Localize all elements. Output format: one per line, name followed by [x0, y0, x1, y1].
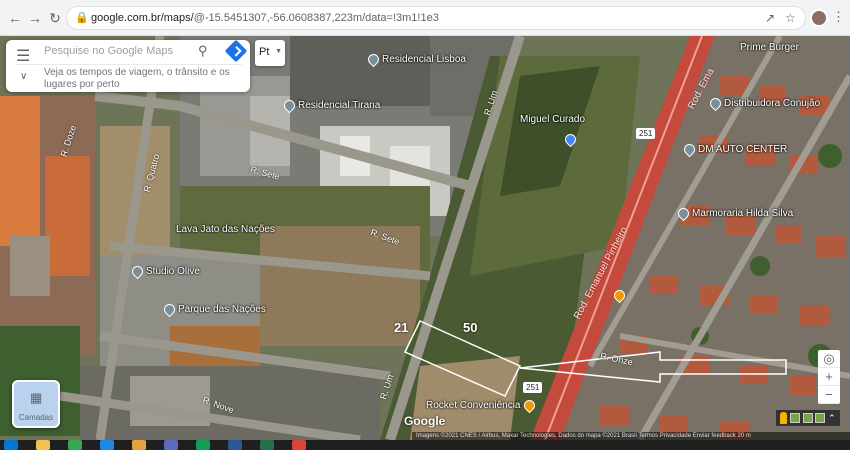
files-icon[interactable]	[132, 440, 146, 450]
pin-icon	[611, 287, 628, 304]
chrome-active-icon[interactable]	[292, 440, 306, 450]
arrow-right-icon[interactable]: →	[26, 9, 44, 27]
map-attribution[interactable]: Imagens ©2021 CNES / Airbus, Maxar Techn…	[412, 432, 850, 440]
url-text[interactable]: google.com.br/maps/@-15.5451307,-56.0608…	[91, 12, 439, 24]
pin-icon	[675, 205, 692, 222]
location-icon[interactable]: ◎	[818, 350, 840, 368]
poi-dm-auto-center[interactable]: DM AUTO CENTER	[681, 141, 787, 158]
lock-icon: 🔒	[75, 12, 89, 24]
address-bar[interactable]: 🔒 google.com.br/maps/@-15.5451307,-56.06…	[66, 6, 806, 30]
pin-icon	[365, 51, 382, 68]
arrow-left-icon[interactable]: ←	[6, 9, 24, 27]
os-taskbar	[0, 440, 850, 450]
explorer-icon[interactable]	[36, 440, 50, 450]
chrome-icon[interactable]	[68, 440, 82, 450]
highway-shield: 251	[523, 382, 543, 393]
poi-lava-jato[interactable]: Lava Jato das Nações	[176, 224, 275, 235]
poi-parque-nacoes[interactable]: Parque das Nações	[161, 301, 266, 318]
store-icon[interactable]	[164, 440, 178, 450]
pin-icon	[707, 95, 724, 112]
layers-button[interactable]: ▦ Camadas	[12, 380, 60, 428]
satellite-map[interactable]: Residencial Lisboa Residencial Tirana Mi…	[0, 36, 850, 440]
pegman-icon[interactable]	[780, 412, 788, 424]
browser-toolbar: ← → ↻ 🔒 google.com.br/maps/@-15.5451307,…	[0, 0, 850, 36]
menu-icon[interactable]: ☰	[16, 46, 30, 66]
search-input[interactable]	[44, 45, 194, 57]
poi-marmoraria[interactable]: Marmoraria Hilda Silva	[675, 205, 793, 222]
map-controls: ◎ + −	[818, 350, 840, 404]
reload-icon[interactable]: ↻	[46, 9, 64, 27]
pin-icon	[562, 131, 579, 148]
google-logo: Google	[404, 414, 446, 428]
zoom-out-button[interactable]: −	[818, 386, 840, 404]
imagery-thumb[interactable]	[815, 413, 826, 423]
pin-icon	[129, 263, 146, 280]
poi-studio-olive[interactable]: Studio Olive	[129, 263, 200, 280]
avatar[interactable]	[810, 9, 828, 27]
lot-number: 21	[394, 320, 409, 335]
word-icon[interactable]	[228, 440, 242, 450]
poi-prime-burger[interactable]: Prime Burger	[740, 42, 799, 53]
lot-number: 50	[463, 320, 478, 335]
poi-orange-pin[interactable]	[611, 287, 628, 304]
search-icon[interactable]: ⚲	[198, 43, 208, 59]
street-view-controls[interactable]: ⌃	[776, 410, 840, 426]
excel-icon[interactable]	[260, 440, 274, 450]
layers-icon: ▦	[30, 390, 43, 405]
travel-hint[interactable]: Veja os tempos de viagem, o trânsito e o…	[44, 67, 244, 91]
menu-kebab-icon[interactable]: ⋮	[832, 9, 845, 25]
highway-shield: 251	[636, 128, 656, 139]
poi-miguel-curado[interactable]: Miguel Curado	[520, 114, 585, 125]
expand-icon[interactable]: ⌃	[828, 413, 836, 424]
edge-icon[interactable]	[100, 440, 114, 450]
poi-residencial-tirana[interactable]: Residencial Tirana	[281, 97, 380, 114]
caret-down-icon: ▼	[275, 48, 282, 55]
pin-icon	[161, 301, 178, 318]
search-card: ☰ ⚲ ∨ Veja os tempos de viagem, o trânsi…	[6, 39, 250, 92]
start-icon[interactable]	[4, 440, 18, 450]
share-icon[interactable]: ↗	[765, 11, 775, 25]
poi-blue-pin[interactable]	[562, 131, 579, 148]
poi-residencial-lisboa[interactable]: Residencial Lisboa	[365, 51, 466, 68]
poi-distribuidora[interactable]: Distribuidora Conujão	[707, 95, 820, 112]
imagery-thumb[interactable]	[802, 413, 813, 423]
pin-icon	[281, 97, 298, 114]
imagery-thumb[interactable]	[790, 413, 801, 423]
satellite-imagery	[0, 36, 850, 440]
poi-rocket[interactable]: Rocket Conveniência	[426, 397, 538, 414]
chevron-down-icon[interactable]: ∨	[20, 71, 27, 82]
pin-icon	[521, 397, 537, 414]
divider	[16, 64, 242, 65]
pin-icon	[681, 141, 698, 158]
mail-icon[interactable]	[196, 440, 210, 450]
bookmark-star-icon[interactable]: ☆	[785, 11, 796, 25]
language-select[interactable]: Pt ▼	[255, 40, 285, 66]
directions-icon[interactable]	[224, 39, 248, 63]
zoom-in-button[interactable]: +	[818, 368, 840, 386]
